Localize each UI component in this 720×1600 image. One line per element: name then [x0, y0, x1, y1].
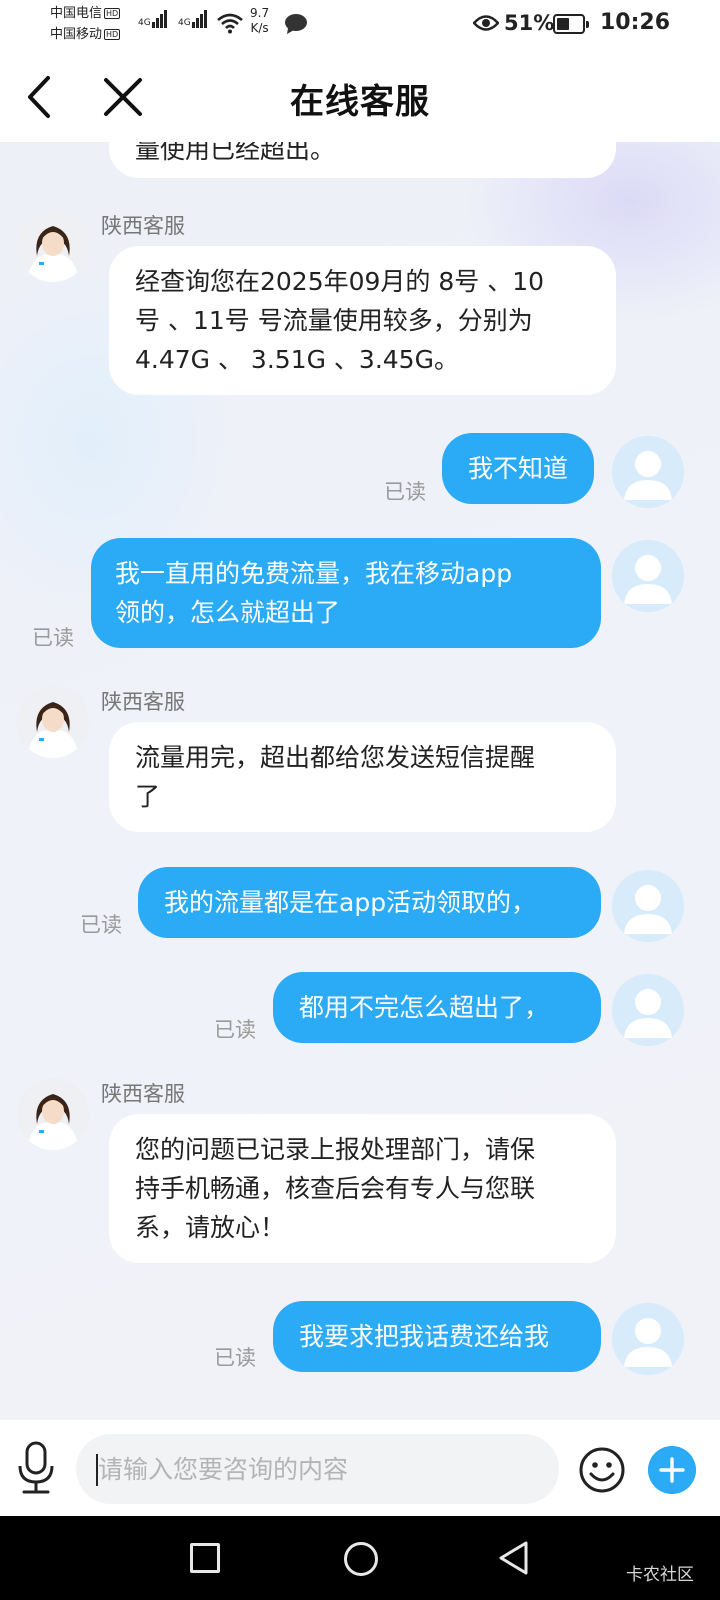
page-title: 在线客服	[290, 82, 430, 122]
user-message: 我要求把我话费还给我	[273, 1301, 601, 1372]
chat-list[interactable]: 量使用已经超出。 陕西客服 经查询您在2025年09月的 8号 、10 号 、1…	[0, 142, 720, 1420]
battery-icon	[553, 14, 589, 34]
text-caret	[96, 1454, 98, 1486]
carrier-1: 中国电信 HD	[50, 6, 121, 21]
net-speed: 9.7 K/s	[250, 6, 270, 35]
home-icon[interactable]	[344, 1542, 378, 1576]
signal-icon: 4G	[138, 10, 168, 28]
agent-message: 流量用完，超出都给您发送短信提醒 了	[109, 722, 616, 832]
read-status: 已读	[80, 913, 122, 937]
battery-percent: 51%	[504, 11, 555, 35]
user-message: 我不知道	[442, 433, 595, 504]
read-status: 已读	[32, 626, 74, 650]
message-input[interactable]	[76, 1434, 559, 1504]
system-nav-bar: 卡农社区	[0, 1516, 720, 1600]
user-avatar[interactable]	[612, 974, 684, 1046]
user-message: 我一直用的免费流量，我在移动app 领的，怎么就超出了	[91, 538, 601, 648]
hd-badge: HD	[104, 8, 121, 19]
microphone-icon[interactable]	[16, 1440, 56, 1496]
clock: 10:26	[600, 10, 671, 35]
read-status: 已读	[214, 1018, 256, 1042]
agent-avatar[interactable]	[17, 210, 89, 282]
carrier-2: 中国移动 HD	[50, 27, 121, 42]
input-bar	[0, 1420, 720, 1516]
user-avatar[interactable]	[612, 870, 684, 942]
plus-icon[interactable]	[648, 1446, 696, 1494]
recent-apps-icon[interactable]	[190, 1543, 220, 1573]
emoji-icon[interactable]	[578, 1446, 626, 1494]
eye-icon	[473, 15, 499, 31]
wifi-icon	[217, 13, 243, 34]
header: 在线客服	[0, 50, 720, 142]
agent-avatar[interactable]	[17, 686, 89, 758]
read-status: 已读	[214, 1346, 256, 1370]
user-message: 我的流量都是在app活动领取的，	[138, 867, 601, 938]
sender-name: 陕西客服	[101, 1082, 185, 1106]
signal-icon: 4G	[178, 10, 208, 28]
sender-name: 陕西客服	[101, 690, 185, 714]
agent-message: 您的问题已记录上报处理部门，请保 持手机畅通，核查后会有专人与您联 系，请放心！	[109, 1114, 616, 1263]
user-avatar[interactable]	[612, 540, 684, 612]
user-avatar[interactable]	[612, 436, 684, 508]
watermark: 卡农社区	[626, 1565, 694, 1585]
hd-badge: HD	[104, 29, 121, 40]
user-avatar[interactable]	[612, 1303, 684, 1375]
agent-message: 量使用已经超出。	[109, 142, 616, 178]
sender-name: 陕西客服	[101, 214, 185, 238]
back-triangle-icon[interactable]	[496, 1540, 530, 1576]
battery-level	[557, 18, 569, 30]
agent-avatar[interactable]	[17, 1078, 89, 1150]
status-bar: 中国电信 HD 中国移动 HD 4G 4G 9.7 K/s 51% 10:26	[0, 0, 720, 50]
user-message: 都用不完怎么超出了，	[273, 972, 601, 1043]
agent-message: 经查询您在2025年09月的 8号 、10 号 、11号 号流量使用较多，分别为…	[109, 246, 616, 395]
read-status: 已读	[384, 480, 426, 504]
message-icon	[285, 14, 307, 34]
